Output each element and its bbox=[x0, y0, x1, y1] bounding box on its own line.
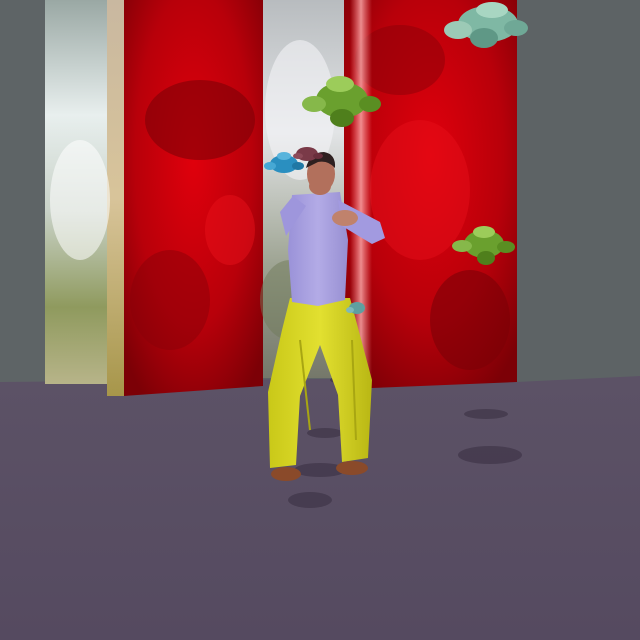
left-mirror-block-icon bbox=[45, 0, 124, 396]
floor bbox=[0, 376, 640, 640]
red-wall-panel-icon bbox=[124, 0, 263, 396]
right-wall bbox=[517, 0, 640, 382]
3d-render-scene bbox=[0, 0, 640, 640]
red-wall-panel-icon bbox=[344, 0, 517, 388]
scene-canvas bbox=[0, 0, 640, 640]
